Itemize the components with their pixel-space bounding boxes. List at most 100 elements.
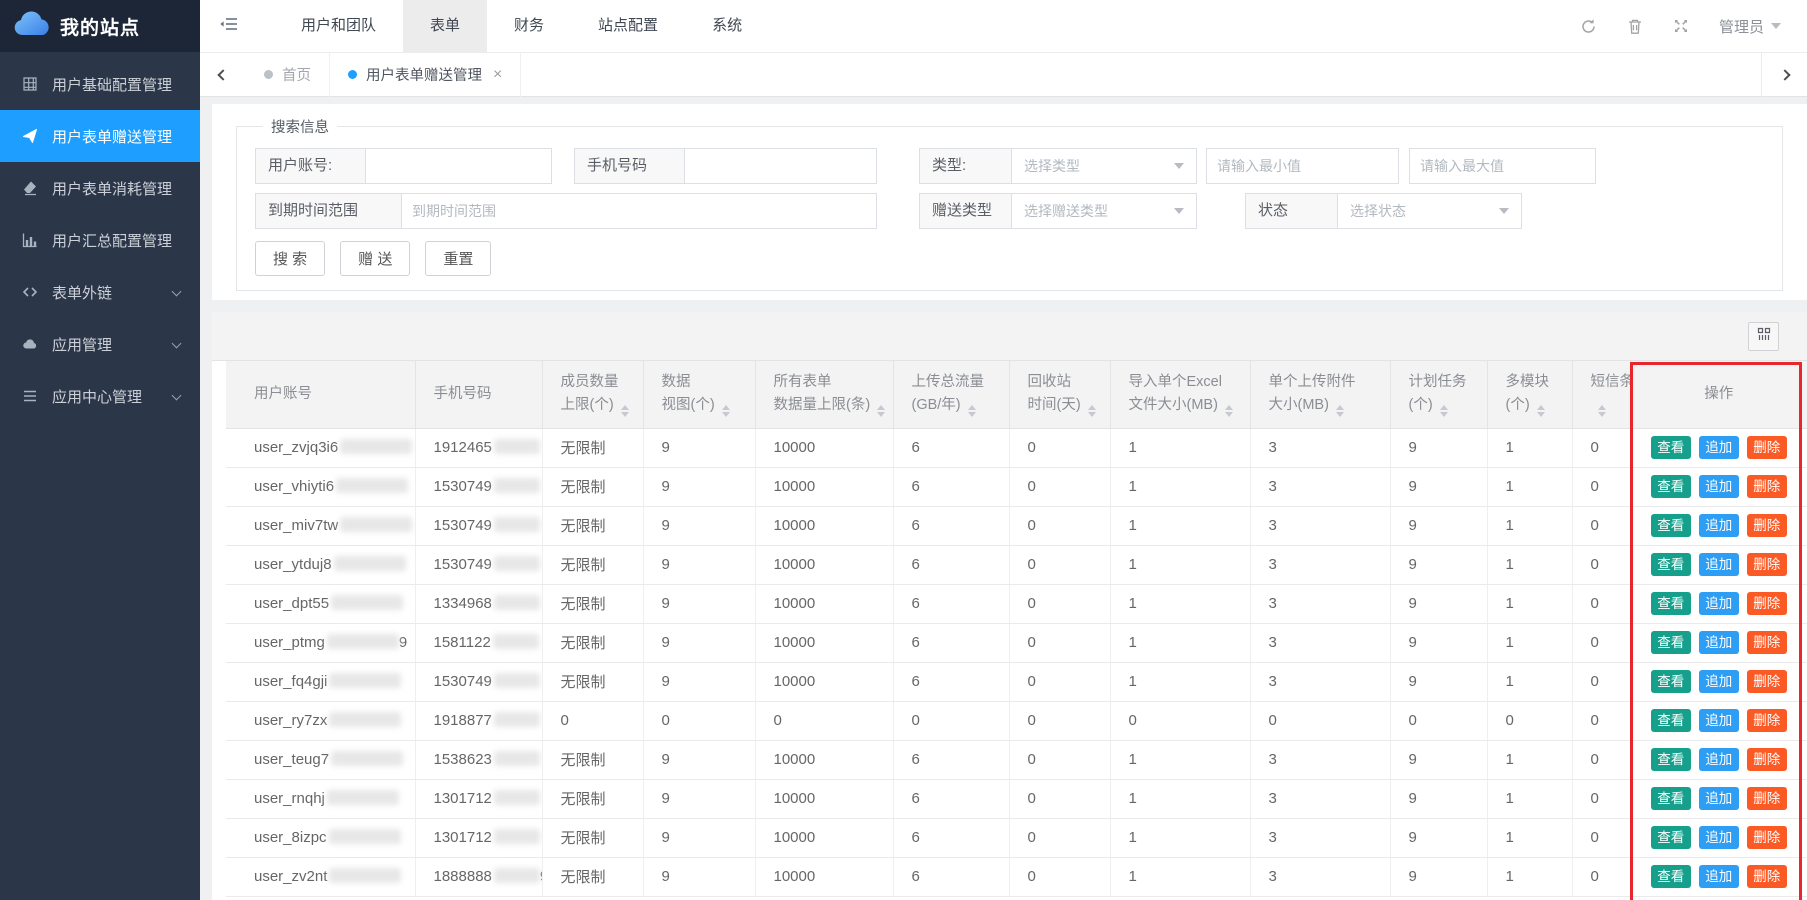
view-button[interactable]: 查看 <box>1651 670 1691 693</box>
cell-actions: 查看追加删除 <box>1630 662 1807 701</box>
cell-phone: 1301712 <box>415 779 542 818</box>
phone-input[interactable] <box>685 149 876 183</box>
account-input[interactable] <box>366 149 551 183</box>
tabs-scroll-right-button[interactable] <box>1761 53 1807 97</box>
column-title: 回收站 <box>1028 371 1110 394</box>
delete-button[interactable]: 删除 <box>1747 436 1787 459</box>
sort-icon[interactable] <box>968 405 976 417</box>
cell-actions: 查看追加删除 <box>1630 584 1807 623</box>
delete-button[interactable]: 删除 <box>1747 787 1787 810</box>
sort-icon[interactable] <box>1088 405 1096 417</box>
delete-button[interactable]: 删除 <box>1747 592 1787 615</box>
sort-icon[interactable] <box>1598 405 1606 417</box>
view-button[interactable]: 查看 <box>1651 787 1691 810</box>
view-button[interactable]: 查看 <box>1651 865 1691 888</box>
tab[interactable]: 首页 <box>246 53 330 97</box>
append-button[interactable]: 追加 <box>1699 865 1739 888</box>
append-button[interactable]: 追加 <box>1699 748 1739 771</box>
search-button[interactable]: 搜 索 <box>255 241 325 276</box>
sort-icon[interactable] <box>877 405 885 417</box>
cell-value: 6 <box>893 584 1009 623</box>
sidebar-collapse-button[interactable] <box>200 0 258 52</box>
append-button[interactable]: 追加 <box>1699 709 1739 732</box>
append-button[interactable]: 追加 <box>1699 592 1739 615</box>
nav-item[interactable]: 站点配置 <box>571 0 685 52</box>
status-select[interactable]: 选择状态 <box>1338 194 1521 228</box>
sidebar-item[interactable]: 应用管理 <box>0 318 200 370</box>
tab[interactable]: 用户表单赠送管理× <box>330 53 521 97</box>
cell-value: 9 <box>643 623 755 662</box>
delete-button[interactable]: 删除 <box>1747 865 1787 888</box>
view-button[interactable]: 查看 <box>1651 709 1691 732</box>
cell-value: 0 <box>1572 701 1630 740</box>
append-button[interactable]: 追加 <box>1699 670 1739 693</box>
grid-icon <box>22 76 40 92</box>
delete-button[interactable]: 删除 <box>1747 631 1787 654</box>
sort-icon[interactable] <box>1537 405 1545 417</box>
nav-item[interactable]: 用户和团队 <box>274 0 403 52</box>
refresh-icon[interactable] <box>1580 18 1597 35</box>
view-button[interactable]: 查看 <box>1651 436 1691 459</box>
sidebar-item[interactable]: 用户表单消耗管理 <box>0 162 200 214</box>
append-button[interactable]: 追加 <box>1699 514 1739 537</box>
sort-icon[interactable] <box>1440 405 1448 417</box>
sidebar-item[interactable]: 应用中心管理 <box>0 370 200 422</box>
view-button[interactable]: 查看 <box>1651 748 1691 771</box>
nav-item[interactable]: 系统 <box>685 0 769 52</box>
view-button[interactable]: 查看 <box>1651 475 1691 498</box>
table-row: user_ry7zx19188770000000000查看追加删除 <box>226 701 1807 740</box>
gift-type-select[interactable]: 选择赠送类型 <box>1012 194 1196 228</box>
delete-button[interactable]: 删除 <box>1747 670 1787 693</box>
delete-button[interactable]: 删除 <box>1747 514 1787 537</box>
view-button[interactable]: 查看 <box>1651 592 1691 615</box>
min-value-input[interactable] <box>1206 148 1399 184</box>
cell-value: 1 <box>1110 584 1250 623</box>
column-settings-button[interactable] <box>1748 322 1779 351</box>
reset-button[interactable]: 重置 <box>425 241 491 276</box>
sidebar-item[interactable]: 用户表单赠送管理 <box>0 110 200 162</box>
cell-value: 1 <box>1487 740 1572 779</box>
append-button[interactable]: 追加 <box>1699 475 1739 498</box>
sort-icon[interactable] <box>1225 405 1233 417</box>
column-subtitle-text: 文件大小(MB) <box>1129 397 1218 413</box>
append-button[interactable]: 追加 <box>1699 631 1739 654</box>
chevron-down-icon <box>1771 23 1781 29</box>
expire-range-input[interactable] <box>402 194 876 228</box>
append-button[interactable]: 追加 <box>1699 826 1739 849</box>
sidebar-item[interactable]: 用户基础配置管理 <box>0 58 200 110</box>
sidebar-item[interactable]: 表单外链 <box>0 266 200 318</box>
max-value-input[interactable] <box>1409 148 1596 184</box>
delete-button[interactable]: 删除 <box>1747 709 1787 732</box>
view-button[interactable]: 查看 <box>1651 553 1691 576</box>
append-button[interactable]: 追加 <box>1699 436 1739 459</box>
nav-item[interactable]: 表单 <box>403 0 487 52</box>
close-icon[interactable]: × <box>493 66 502 84</box>
sort-icon[interactable] <box>621 405 629 417</box>
delete-button[interactable]: 删除 <box>1747 475 1787 498</box>
column-header: 数据视图(个) <box>643 361 755 428</box>
trash-icon[interactable] <box>1627 18 1643 35</box>
nav-item[interactable]: 财务 <box>487 0 571 52</box>
cell-account: user_ytduj8 <box>226 545 415 584</box>
tabs-scroll-left-button[interactable] <box>200 53 246 97</box>
gift-button[interactable]: 赠 送 <box>340 241 410 276</box>
delete-button[interactable]: 删除 <box>1747 748 1787 771</box>
delete-button[interactable]: 删除 <box>1747 826 1787 849</box>
sort-icon[interactable] <box>722 405 730 417</box>
append-button[interactable]: 追加 <box>1699 787 1739 810</box>
menu-collapse-icon <box>220 17 238 36</box>
user-menu[interactable]: 管理员 <box>1719 16 1781 37</box>
view-button[interactable]: 查看 <box>1651 826 1691 849</box>
fullscreen-icon[interactable] <box>1673 18 1689 34</box>
delete-button[interactable]: 删除 <box>1747 553 1787 576</box>
sidebar-item[interactable]: 用户汇总配置管理 <box>0 214 200 266</box>
view-button[interactable]: 查看 <box>1651 631 1691 654</box>
sort-icon[interactable] <box>1336 405 1344 417</box>
append-button[interactable]: 追加 <box>1699 553 1739 576</box>
brand[interactable]: 我的站点 <box>0 0 200 52</box>
cell-value: 1 <box>1487 779 1572 818</box>
cell-value: 9 <box>1390 818 1487 857</box>
type-select[interactable]: 选择类型 <box>1012 149 1196 183</box>
view-button[interactable]: 查看 <box>1651 514 1691 537</box>
redacted-text <box>494 478 540 493</box>
